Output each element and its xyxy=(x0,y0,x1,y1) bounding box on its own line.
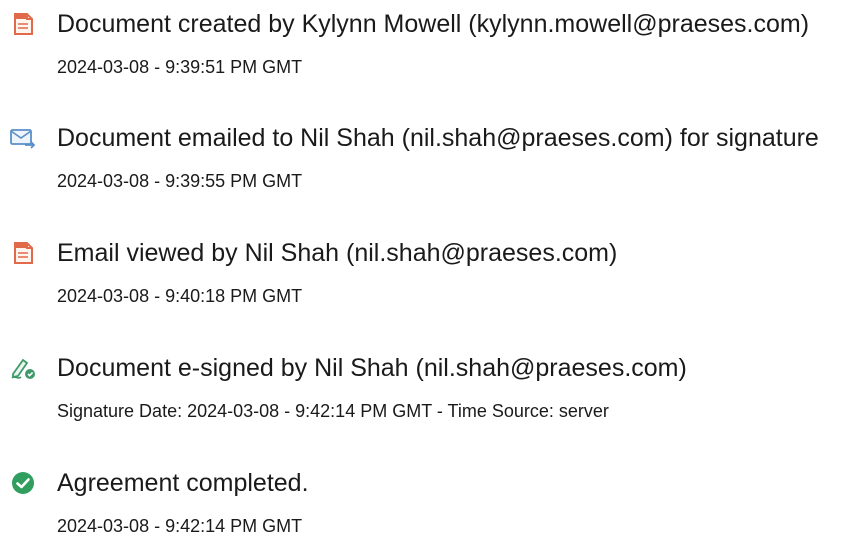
event-signature-details: Signature Date: 2024-03-08 - 9:42:14 PM … xyxy=(57,401,609,421)
event-timestamp: 2024-03-08 - 9:40:18 PM GMT xyxy=(57,286,303,306)
esign-pen-icon xyxy=(9,354,37,382)
email-viewed-icon xyxy=(9,239,37,267)
document-created-icon xyxy=(9,10,37,38)
event-title: Document emailed to Nil Shah (nil.shah@p… xyxy=(57,124,819,152)
event-title: Document created by Kylynn Mowell (kylyn… xyxy=(57,10,810,38)
checkmark-circle-icon xyxy=(9,469,37,497)
email-sent-icon xyxy=(9,124,37,152)
event-timestamp: 2024-03-08 - 9:39:55 PM GMT xyxy=(57,171,303,191)
event-title: Document e-signed by Nil Shah (nil.shah@… xyxy=(57,354,687,382)
event-timestamp: 2024-03-08 - 9:42:14 PM GMT xyxy=(57,516,303,536)
event-title: Email viewed by Nil Shah (nil.shah@praes… xyxy=(57,239,618,267)
event-timestamp: 2024-03-08 - 9:39:51 PM GMT xyxy=(57,57,303,77)
event-title: Agreement completed. xyxy=(57,469,309,497)
